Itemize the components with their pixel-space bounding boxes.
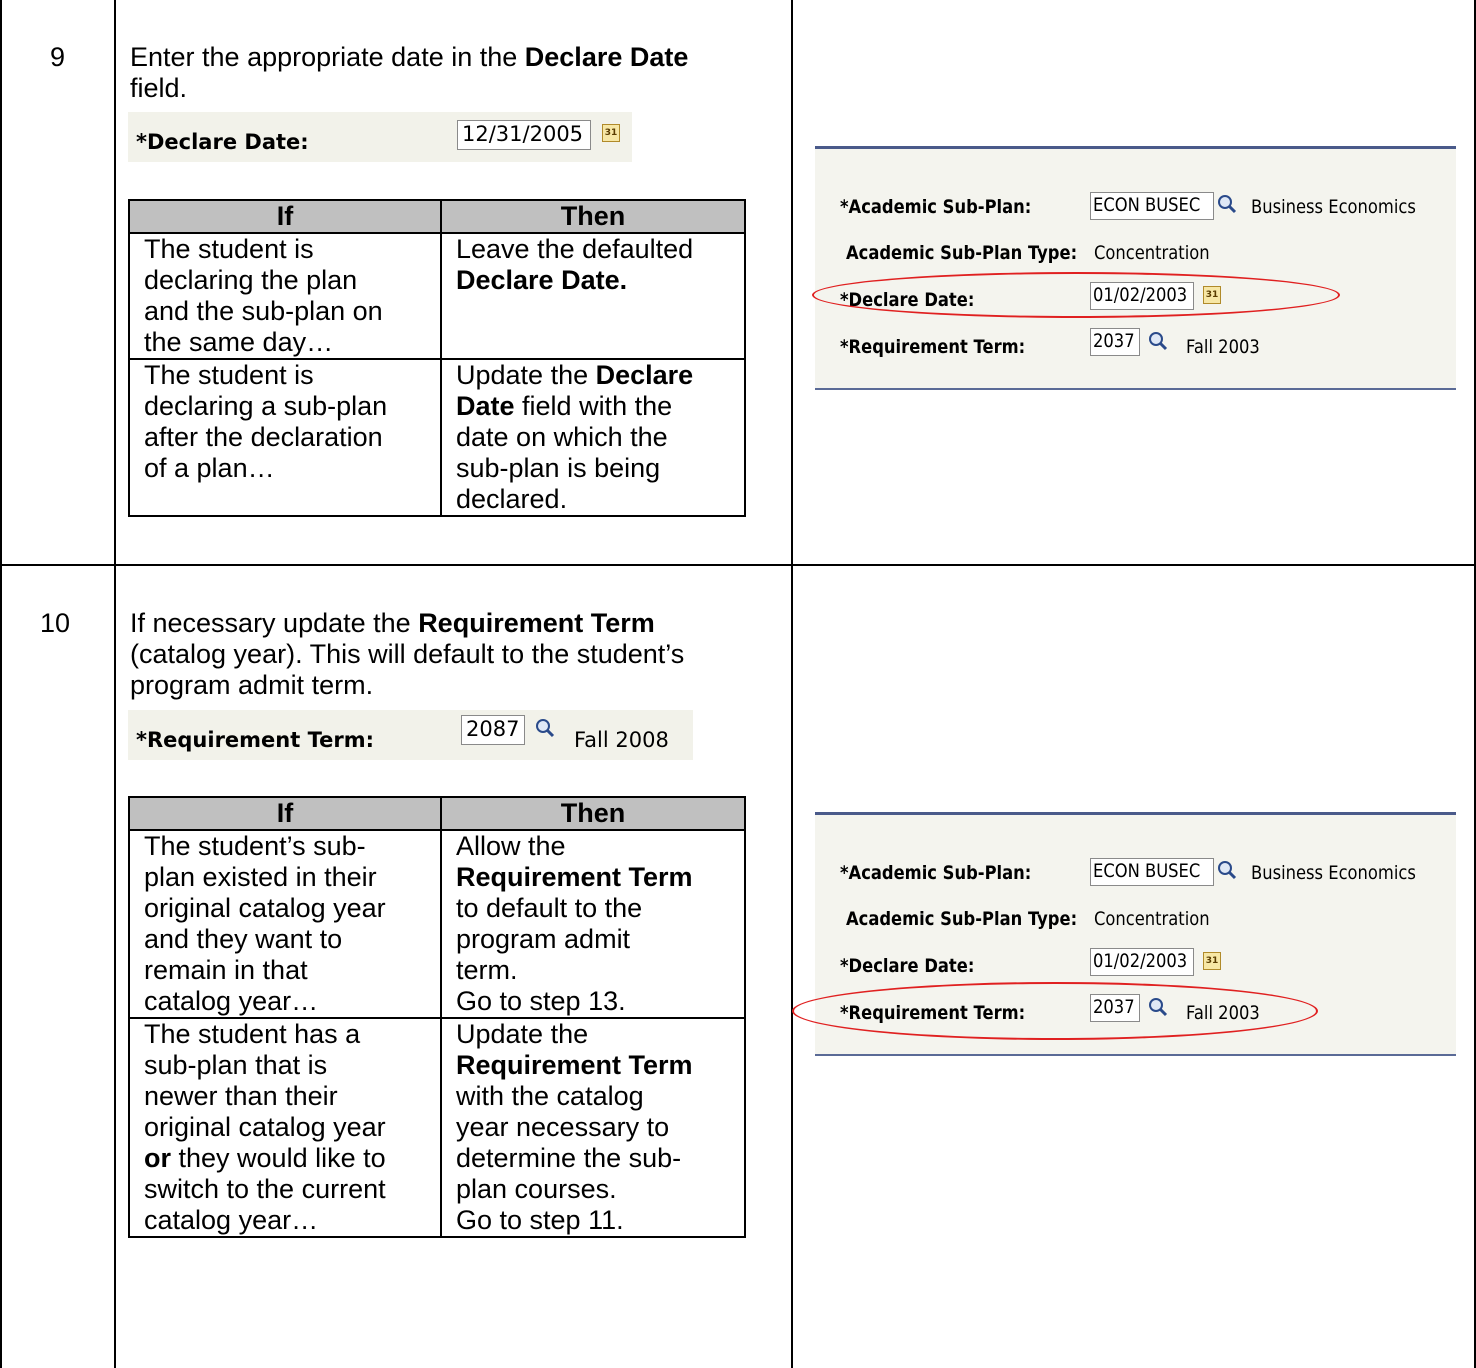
then-cell: Leave the defaulted Declare Date. (440, 232, 746, 360)
panel-bottom-border (815, 1054, 1456, 1056)
then-header: Then (440, 199, 746, 234)
if-then-table: If Then The student is declaring the pla… (128, 199, 746, 517)
subplan-type-value: Concentration (1094, 908, 1210, 930)
requirement-term-input[interactable]: 2037 (1090, 328, 1140, 356)
if-then-table: If Then The student’s sub- plan existed … (128, 796, 746, 1238)
requirement-term-input[interactable]: 2087 (461, 715, 525, 745)
if-header: If (128, 199, 442, 234)
if-cell: The student’s sub- plan existed in their… (128, 829, 442, 1019)
requirement-term-desc: Fall 2008 (574, 728, 669, 752)
if-cell: The student is declaring a sub-plan afte… (128, 358, 442, 517)
requirement-term-desc: Fall 2003 (1186, 336, 1260, 358)
row-divider (0, 564, 1476, 566)
panel-top-border (815, 812, 1456, 815)
table-row: The student is declaring the plan and th… (128, 232, 746, 360)
step-instruction: Enter the appropriate date in the Declar… (130, 42, 689, 103)
subplan-type-label: Academic Sub-Plan Type: (846, 242, 1078, 264)
procedure-table: 9 Enter the appropriate date in the Decl… (0, 0, 1476, 1368)
subplan-input[interactable]: ECON BUSEC (1090, 858, 1214, 886)
subplan-type-value: Concentration (1094, 242, 1210, 264)
step-number: 10 (40, 608, 71, 638)
declare-date-label: *Declare Date: (136, 130, 309, 154)
search-icon[interactable] (1215, 858, 1239, 882)
declare-date-label: *Declare Date: (840, 955, 975, 977)
then-cell: Update the Requirement Term with the cat… (440, 1017, 746, 1238)
highlight-ellipse (792, 982, 1318, 1040)
requirement-term-snippet: *Requirement Term: 2087 Fall 2008 (128, 710, 693, 760)
table-row: The student’s sub- plan existed in their… (128, 829, 746, 1019)
subplan-label: *Academic Sub-Plan: (840, 196, 1032, 218)
calendar-icon[interactable]: 31 (1203, 952, 1221, 970)
panel-bottom-border (815, 388, 1456, 390)
then-header: Then (440, 796, 746, 831)
declare-date-input[interactable]: 12/31/2005 (457, 120, 591, 150)
subplan-screenshot: *Academic Sub-Plan: ECON BUSEC Business … (815, 146, 1456, 390)
highlight-ellipse (812, 272, 1340, 318)
subplan-input[interactable]: ECON BUSEC (1090, 192, 1214, 220)
declare-date-input[interactable]: 01/02/2003 (1090, 948, 1194, 976)
then-cell: Allow the Requirement Term to default to… (440, 829, 746, 1019)
table-row: The student is declaring a sub-plan afte… (128, 358, 746, 517)
if-header: If (128, 796, 442, 831)
requirement-term-label: *Requirement Term: (840, 336, 1026, 358)
search-icon[interactable] (533, 716, 557, 740)
panel-top-border (815, 146, 1456, 149)
search-icon[interactable] (1215, 192, 1239, 216)
subplan-label: *Academic Sub-Plan: (840, 862, 1032, 884)
table-row: The student has a sub-plan that is newer… (128, 1017, 746, 1238)
if-cell: The student is declaring the plan and th… (128, 232, 442, 360)
table-border-col2 (791, 0, 793, 1368)
then-cell: Update the Declare Date field with the d… (440, 358, 746, 517)
subplan-desc: Business Economics (1251, 862, 1416, 884)
if-cell: The student has a sub-plan that is newer… (128, 1017, 442, 1238)
subplan-desc: Business Economics (1251, 196, 1416, 218)
step-number: 9 (50, 42, 66, 72)
declare-date-snippet: *Declare Date: 12/31/2005 31 (128, 112, 632, 162)
step-instruction: If necessary update the Requirement Term… (130, 608, 685, 700)
table-border-left (0, 0, 2, 1368)
search-icon[interactable] (1146, 329, 1170, 353)
table-border-col1 (114, 0, 116, 1368)
requirement-term-label: *Requirement Term: (136, 728, 375, 752)
subplan-type-label: Academic Sub-Plan Type: (846, 908, 1078, 930)
calendar-icon[interactable]: 31 (602, 124, 620, 142)
